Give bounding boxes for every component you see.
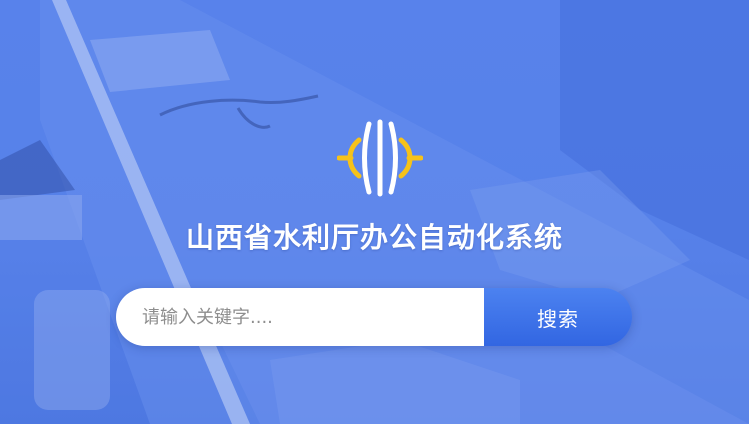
search-bar: 搜索 (116, 288, 632, 346)
search-button[interactable]: 搜索 (484, 288, 632, 346)
hero-banner: 山西省水利厅办公自动化系统 搜索 (0, 0, 749, 424)
page-title: 山西省水利厅办公自动化系统 (185, 221, 563, 254)
search-input[interactable] (116, 288, 484, 346)
background-office-photo (0, 0, 749, 424)
vignette-overlay (0, 0, 749, 424)
water-resources-logo-icon (337, 119, 423, 197)
